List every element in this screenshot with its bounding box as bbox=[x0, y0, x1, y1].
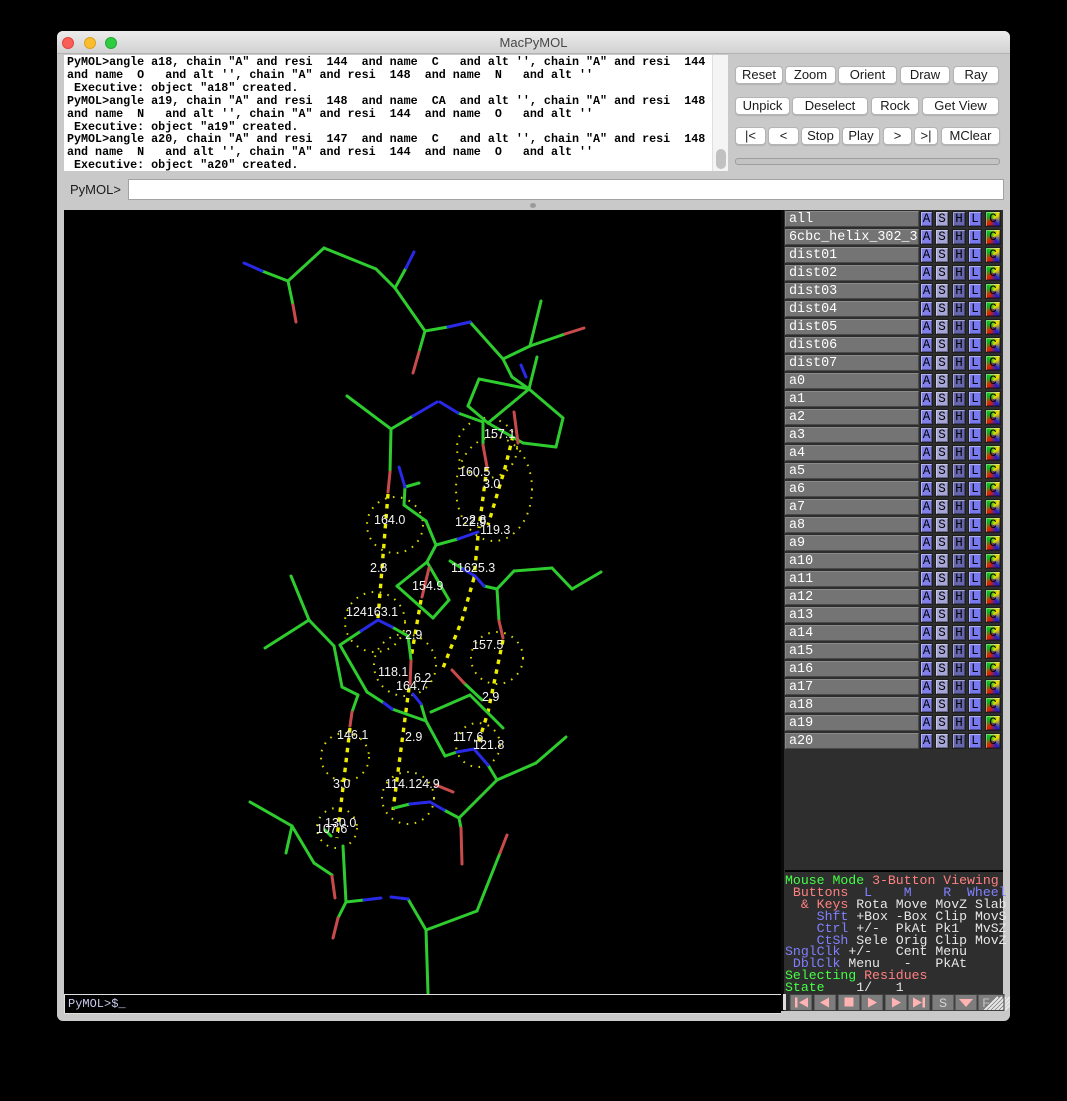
svg-text:3.0: 3.0 bbox=[483, 477, 500, 491]
svg-text:2.9: 2.9 bbox=[405, 628, 422, 642]
svg-text:2.9: 2.9 bbox=[405, 730, 422, 744]
svg-text:154.9: 154.9 bbox=[412, 579, 443, 593]
svg-text:164.7: 164.7 bbox=[396, 679, 427, 693]
svg-text:157.5: 157.5 bbox=[472, 638, 503, 652]
svg-text:107.6: 107.6 bbox=[316, 822, 347, 836]
svg-text:3.0: 3.0 bbox=[333, 777, 350, 791]
svg-text:119.3: 119.3 bbox=[480, 523, 510, 537]
svg-text:2.9: 2.9 bbox=[482, 690, 499, 704]
svg-text:11625.3: 11625.3 bbox=[451, 561, 495, 575]
svg-text:164.0: 164.0 bbox=[374, 513, 405, 527]
svg-text:121.8: 121.8 bbox=[473, 738, 504, 752]
svg-text:2.8: 2.8 bbox=[370, 561, 387, 575]
svg-text:124163.1: 124163.1 bbox=[346, 605, 398, 619]
svg-text:157.1: 157.1 bbox=[484, 427, 515, 441]
svg-text:114.124.9: 114.124.9 bbox=[385, 777, 440, 791]
svg-text:S: S bbox=[939, 996, 947, 1010]
svg-text:118.1: 118.1 bbox=[378, 665, 408, 679]
svg-text:146.1: 146.1 bbox=[337, 728, 368, 742]
